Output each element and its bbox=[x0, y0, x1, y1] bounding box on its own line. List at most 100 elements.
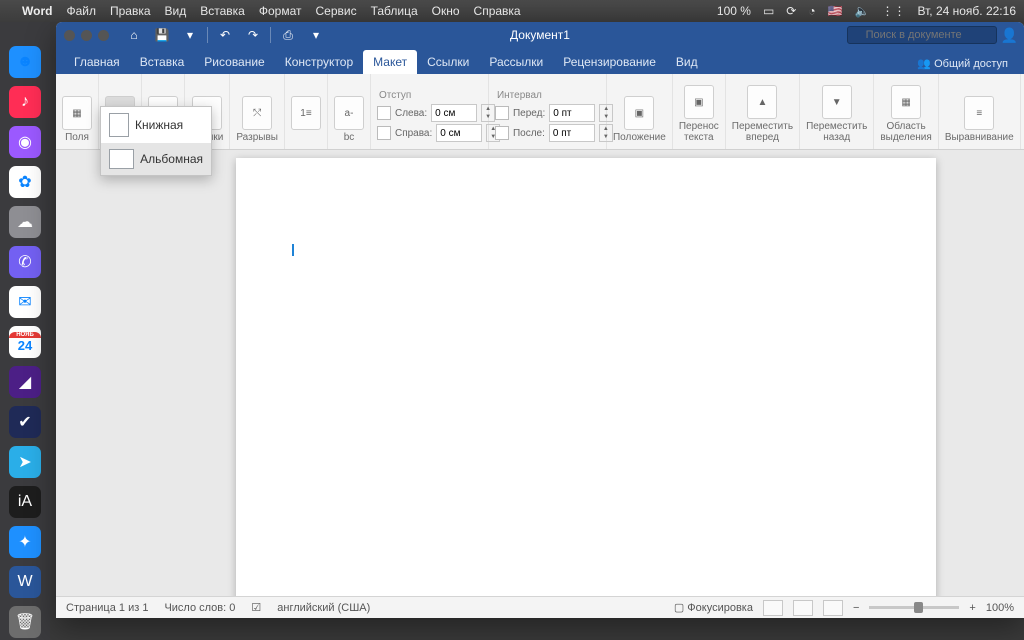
dock-viber[interactable]: ✆ bbox=[9, 246, 41, 278]
clock-icon[interactable]: ◔ bbox=[808, 4, 815, 18]
spacing-after-input[interactable] bbox=[549, 124, 595, 142]
dock-affinity[interactable]: ◢ bbox=[9, 366, 41, 398]
margins-button[interactable]: ▦ bbox=[62, 96, 92, 130]
redo-icon[interactable]: ↷ bbox=[242, 25, 264, 45]
landscape-icon bbox=[109, 149, 134, 169]
dock-telegram[interactable]: ➤ bbox=[9, 446, 41, 478]
datetime[interactable]: Вт, 24 нояб. 22:16 bbox=[918, 4, 1017, 18]
orientation-portrait-item[interactable]: Книжная bbox=[101, 107, 211, 143]
status-bar: Страница 1 из 1 Число слов: 0 ☑ английск… bbox=[56, 596, 1024, 618]
dock: ☻ ♪ ◉ ✿ ☁ ✆ ✉ НОЯБ24 ◢ ✔ ➤ iA ✦ W 🗑 bbox=[0, 22, 50, 640]
dock-trash[interactable]: 🗑 bbox=[9, 606, 41, 638]
dock-photos[interactable]: ✿ bbox=[9, 166, 41, 198]
indent-right-input[interactable] bbox=[436, 124, 482, 142]
spacing-title: Интервал bbox=[497, 90, 542, 101]
tab-ссылки[interactable]: Ссылки bbox=[417, 50, 479, 74]
caret-down-icon[interactable]: ▾ bbox=[179, 25, 201, 45]
menu-file[interactable]: Файл bbox=[66, 4, 96, 18]
word-count[interactable]: Число слов: 0 bbox=[164, 602, 235, 614]
menu-tools[interactable]: Сервис bbox=[315, 4, 356, 18]
hyphenation-button[interactable]: a- bbox=[334, 96, 364, 130]
tab-главная[interactable]: Главная bbox=[64, 50, 130, 74]
tab-рисование[interactable]: Рисование bbox=[194, 50, 274, 74]
dock-cloud[interactable]: ☁ bbox=[9, 206, 41, 238]
dock-podcasts[interactable]: ◉ bbox=[9, 126, 41, 158]
menu-insert[interactable]: Вставка bbox=[200, 4, 245, 18]
wifi-icon[interactable]: ⋮⋮ bbox=[882, 4, 906, 18]
orientation-landscape-item[interactable]: Альбомная bbox=[101, 143, 211, 175]
quick-access-toolbar: ⌂ 💾 ▾ ↶ ↷ ⎙ ▾ bbox=[117, 25, 333, 45]
spacing-before-icon bbox=[495, 106, 509, 120]
spacing-before-input[interactable] bbox=[549, 104, 595, 122]
wrap-label: Перенос текста bbox=[679, 121, 719, 143]
menu-table[interactable]: Таблица bbox=[371, 4, 418, 18]
zoom-in-button[interactable]: + bbox=[969, 602, 975, 614]
wrap-text-button[interactable]: ▣ bbox=[684, 85, 714, 119]
app-name[interactable]: Word bbox=[22, 4, 52, 18]
dock-calendar[interactable]: НОЯБ24 bbox=[9, 326, 41, 358]
battery-text: 100 % bbox=[717, 4, 751, 18]
position-button[interactable]: ▣ bbox=[624, 96, 654, 130]
view-read-button[interactable] bbox=[763, 600, 783, 616]
tab-вставка[interactable]: Вставка bbox=[130, 50, 195, 74]
dock-iawriter[interactable]: iA bbox=[9, 486, 41, 518]
menu-window[interactable]: Окно bbox=[432, 4, 460, 18]
zoom-slider[interactable] bbox=[869, 606, 959, 609]
undo-icon[interactable]: ↶ bbox=[214, 25, 236, 45]
send-backward-button[interactable]: ▼ bbox=[822, 85, 852, 119]
breaks-button[interactable]: ⤲ bbox=[242, 96, 272, 130]
ribbon-tabs: ГлавнаяВставкаРисованиеКонструкторМакетС… bbox=[56, 48, 1024, 74]
view-web-button[interactable] bbox=[823, 600, 843, 616]
page[interactable] bbox=[236, 158, 936, 596]
dock-safari[interactable]: ✦ bbox=[9, 526, 41, 558]
line-numbers-button[interactable]: 1≡ bbox=[291, 96, 321, 130]
selection-pane-button[interactable]: ▦ bbox=[891, 85, 921, 119]
sync-icon[interactable]: ⟳ bbox=[786, 4, 796, 18]
document-title: Документ1 bbox=[510, 28, 570, 42]
indent-title: Отступ bbox=[379, 90, 411, 101]
menu-edit[interactable]: Правка bbox=[110, 4, 151, 18]
titlebar: ⌂ 💾 ▾ ↶ ↷ ⎙ ▾ Документ1 👤 bbox=[56, 22, 1024, 48]
page-status[interactable]: Страница 1 из 1 bbox=[66, 602, 148, 614]
battery-icon: ▭ bbox=[763, 4, 774, 18]
mac-menubar: Word Файл Правка Вид Вставка Формат Серв… bbox=[0, 0, 1024, 22]
portrait-icon bbox=[109, 113, 129, 137]
indent-left-icon bbox=[377, 106, 391, 120]
zoom-level[interactable]: 100% bbox=[986, 602, 1014, 614]
dock-things[interactable]: ✔ bbox=[9, 406, 41, 438]
caret-down-icon-2[interactable]: ▾ bbox=[305, 25, 327, 45]
menu-format[interactable]: Формат bbox=[259, 4, 302, 18]
zoom-out-button[interactable]: − bbox=[853, 602, 859, 614]
dock-finder[interactable]: ☻ bbox=[9, 46, 41, 78]
menu-view[interactable]: Вид bbox=[165, 4, 187, 18]
dock-word[interactable]: W bbox=[9, 566, 41, 598]
focus-mode-button[interactable]: ▢ Фокусировка bbox=[674, 601, 753, 614]
traffic-lights[interactable] bbox=[56, 30, 117, 41]
document-canvas[interactable] bbox=[56, 150, 1024, 596]
tab-вид[interactable]: Вид bbox=[666, 50, 708, 74]
share-button[interactable]: 👥 Общий доступ bbox=[909, 53, 1016, 74]
menu-help[interactable]: Справка bbox=[474, 4, 521, 18]
search-input[interactable] bbox=[847, 26, 997, 44]
language-status[interactable]: английский (США) bbox=[277, 602, 370, 614]
bring-forward-button[interactable]: ▲ bbox=[747, 85, 777, 119]
indent-left-input[interactable] bbox=[431, 104, 477, 122]
save-icon[interactable]: 💾 bbox=[151, 25, 173, 45]
indent-right-icon bbox=[377, 126, 391, 140]
align-button[interactable]: ≡ bbox=[964, 96, 994, 130]
dock-mail[interactable]: ✉ bbox=[9, 286, 41, 318]
spellcheck-icon[interactable]: ☑ bbox=[251, 601, 261, 614]
tab-конструктор[interactable]: Конструктор bbox=[275, 50, 363, 74]
orientation-dropdown: Книжная Альбомная bbox=[100, 106, 212, 176]
spacing-after-icon bbox=[495, 126, 509, 140]
tab-макет[interactable]: Макет bbox=[363, 50, 417, 74]
tab-рецензирование[interactable]: Рецензирование bbox=[553, 50, 666, 74]
view-print-button[interactable] bbox=[793, 600, 813, 616]
print-icon[interactable]: ⎙ bbox=[277, 25, 299, 45]
volume-icon[interactable]: 🔈 bbox=[855, 4, 870, 18]
dock-music[interactable]: ♪ bbox=[9, 86, 41, 118]
home-icon[interactable]: ⌂ bbox=[123, 25, 145, 45]
tab-рассылки[interactable]: Рассылки bbox=[479, 50, 553, 74]
flag-icon[interactable]: 🇺🇸 bbox=[828, 4, 843, 18]
user-icon[interactable]: 👤 bbox=[1001, 27, 1018, 44]
